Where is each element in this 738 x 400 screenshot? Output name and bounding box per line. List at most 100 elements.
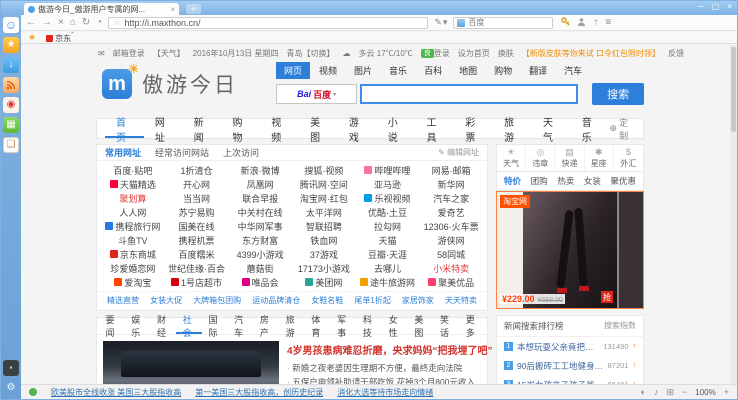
shopping-category-link[interactable]: 女装大促 bbox=[150, 295, 182, 306]
site-link[interactable]: 爱奇艺 bbox=[419, 205, 483, 219]
weibo-icon[interactable]: ◉ bbox=[3, 97, 19, 113]
news-item-link[interactable]: 新婚之夜老婆因生理期不方便，最终走向法院 bbox=[287, 361, 481, 375]
news-tab[interactable]: 社会 bbox=[176, 318, 202, 334]
zoom-in-button[interactable]: + bbox=[724, 387, 729, 397]
site-link[interactable]: 淘宝网·红包 bbox=[292, 191, 356, 205]
ticker-link[interactable]: 欧美股市全线收涨 美国三大股指收高 bbox=[51, 387, 181, 398]
maximize-button[interactable]: ▢ bbox=[712, 2, 720, 11]
site-logo[interactable]: m ☀ 傲游今日 bbox=[102, 69, 238, 99]
zoom-level[interactable]: 100% bbox=[695, 388, 715, 397]
site-link[interactable]: 汽车之家 bbox=[419, 191, 483, 205]
new-tab-button[interactable]: + bbox=[186, 4, 201, 14]
site-link[interactable]: 拉勾网 bbox=[356, 219, 420, 233]
site-link[interactable]: 4399小游戏 bbox=[228, 247, 292, 261]
tool-shortcut[interactable]: ◎ 违章 bbox=[526, 145, 555, 171]
site-link[interactable]: 中华网军事 bbox=[228, 219, 292, 233]
home-button[interactable]: ⌂ bbox=[70, 18, 76, 28]
taobao-ad-banner[interactable]: 淘宝网 ¥229.00 ¥658.00 抢 bbox=[496, 191, 644, 309]
nav-tab[interactable]: 首页 bbox=[105, 119, 144, 138]
shopping-category-link[interactable]: 运动品牌清仓 bbox=[252, 295, 300, 306]
shopping-category-link[interactable]: 大牌箱包团购 bbox=[193, 295, 241, 306]
weather-link[interactable]: 【天气】 bbox=[153, 48, 185, 59]
search-input[interactable] bbox=[360, 84, 578, 104]
site-link[interactable]: 网易·邮箱 bbox=[419, 163, 483, 177]
stop-button[interactable]: × bbox=[58, 18, 64, 28]
site-link[interactable]: 1号店超市 bbox=[165, 275, 229, 289]
site-link[interactable]: 联合早报 bbox=[228, 191, 292, 205]
site-link[interactable]: 国美在线 bbox=[165, 219, 229, 233]
sites-tab[interactable]: 上次访问 bbox=[223, 146, 259, 159]
news-tab[interactable]: 汽车 bbox=[228, 318, 254, 334]
site-link[interactable]: 美团网 bbox=[292, 275, 356, 289]
search-category-tab[interactable]: 购物 bbox=[486, 62, 520, 79]
snap-tool-button[interactable]: ✎ ▾ bbox=[434, 17, 447, 28]
shop-tab[interactable]: 女装 bbox=[584, 175, 601, 187]
site-link[interactable]: 搜狐·视频 bbox=[292, 163, 356, 177]
site-link[interactable]: 豆瓣·天涯 bbox=[356, 247, 420, 261]
news-tab[interactable]: 房产 bbox=[253, 318, 279, 334]
ticker-link[interactable]: 消化大选等待市场走向情绪 bbox=[337, 387, 433, 398]
sound-icon[interactable]: ♪ bbox=[654, 387, 659, 397]
forward-button[interactable]: → bbox=[42, 18, 52, 28]
fullscreen-icon[interactable]: ⊞ bbox=[666, 387, 674, 398]
news-item-link[interactable]: 五保户申领补助请干部吃饭 花掉3个月800元收入 bbox=[287, 375, 481, 384]
shopping-category-link[interactable]: 精选直营 bbox=[107, 295, 139, 306]
search-category-tab[interactable]: 百科 bbox=[416, 62, 450, 79]
url-text[interactable]: http://i.maxthon.cn/ bbox=[125, 18, 201, 28]
news-tab[interactable]: 旅游 bbox=[279, 318, 305, 334]
site-link[interactable]: 17173小游戏 bbox=[292, 261, 356, 275]
address-bar[interactable]: ☆ http://i.maxthon.cn/ bbox=[108, 17, 428, 29]
nav-tab[interactable]: 美图 bbox=[299, 119, 338, 138]
site-link[interactable]: 苏宁易购 bbox=[165, 205, 229, 219]
bookmark-star-icon[interactable]: ☆ bbox=[113, 18, 120, 27]
favorites-icon[interactable]: ★ bbox=[3, 37, 19, 53]
shopping-category-link[interactable]: 天天特卖 bbox=[445, 295, 477, 306]
search-button[interactable]: 搜索 bbox=[592, 83, 644, 105]
site-link[interactable]: 新浪·微博 bbox=[228, 163, 292, 177]
city-switch-link[interactable]: 青岛【切换】 bbox=[287, 48, 335, 59]
settings-gear-icon[interactable]: ⚙ bbox=[3, 380, 19, 396]
news-tab[interactable]: 财经 bbox=[150, 318, 176, 334]
site-link[interactable]: 百度糯米 bbox=[165, 247, 229, 261]
site-link[interactable]: 携程机票 bbox=[165, 233, 229, 247]
news-headline-link[interactable]: 4岁男孩患病难忍折磨，央求妈妈“把我埋了吧” bbox=[287, 342, 481, 357]
news-tab[interactable]: 国际 bbox=[202, 318, 228, 334]
site-link[interactable]: 唯品会 bbox=[228, 275, 292, 289]
site-link[interactable]: 斗鱼TV bbox=[101, 233, 165, 247]
share-upload-icon[interactable]: ↑ bbox=[593, 18, 598, 28]
news-tab[interactable]: 军事 bbox=[331, 318, 357, 334]
site-link[interactable]: 东方财富 bbox=[228, 233, 292, 247]
site-link[interactable]: 铁血网 bbox=[292, 233, 356, 247]
tool-shortcut[interactable]: ✱ 星座 bbox=[585, 145, 614, 171]
site-link[interactable]: 聚美优品 bbox=[419, 275, 483, 289]
skin-promo-link[interactable]: 【新版皮肤等你来试 口令红包限时领】 bbox=[522, 48, 660, 59]
site-link[interactable]: 聚划算 bbox=[101, 191, 165, 205]
globe-icon[interactable]: ◐ bbox=[641, 387, 646, 397]
minimize-button[interactable]: ─ bbox=[698, 2, 704, 11]
search-category-tab[interactable]: 网页 bbox=[276, 62, 310, 79]
news-tab[interactable]: 娱乐 bbox=[125, 318, 151, 334]
back-button[interactable]: ← bbox=[26, 18, 36, 28]
scrollbar-thumb[interactable] bbox=[731, 47, 736, 132]
sites-tab[interactable]: 经常访问网站 bbox=[155, 146, 209, 159]
ranking-item-link[interactable]: 2 90后搬砖工工地健身成网红 87201 ↑ bbox=[497, 356, 643, 375]
zoom-out-button[interactable]: − bbox=[682, 387, 687, 397]
site-link[interactable]: 太平洋网 bbox=[292, 205, 356, 219]
search-category-tab[interactable]: 翻译 bbox=[521, 62, 555, 79]
shop-tab[interactable]: 热卖 bbox=[557, 175, 574, 187]
browser-tab[interactable]: 傲游今日_傲游用户专属的网... × bbox=[24, 3, 179, 15]
ranking-item-link[interactable]: 1 本想玩耍父亲竟把娃坐死 131490 ↑ bbox=[497, 337, 643, 356]
site-link[interactable]: 人人网 bbox=[101, 205, 165, 219]
news-tab[interactable]: 要闻 bbox=[99, 318, 125, 334]
feedback-link[interactable]: 反馈 bbox=[668, 48, 684, 59]
sites-tab[interactable]: 常用网址 bbox=[105, 146, 141, 159]
news-tab[interactable]: 女性 bbox=[382, 318, 408, 334]
nav-tab[interactable]: 游戏 bbox=[338, 119, 377, 138]
site-link[interactable]: 开心网 bbox=[165, 177, 229, 191]
site-link[interactable]: 37游戏 bbox=[292, 247, 356, 261]
nav-tab[interactable]: 网址 bbox=[144, 119, 183, 138]
search-engine-selector[interactable]: Bai 百度 ▾ bbox=[276, 84, 357, 104]
site-link[interactable]: 乐视视频 bbox=[356, 191, 420, 205]
site-link[interactable]: 12306·火车票 bbox=[419, 219, 483, 233]
nav-tab[interactable]: 工具 bbox=[416, 119, 455, 138]
